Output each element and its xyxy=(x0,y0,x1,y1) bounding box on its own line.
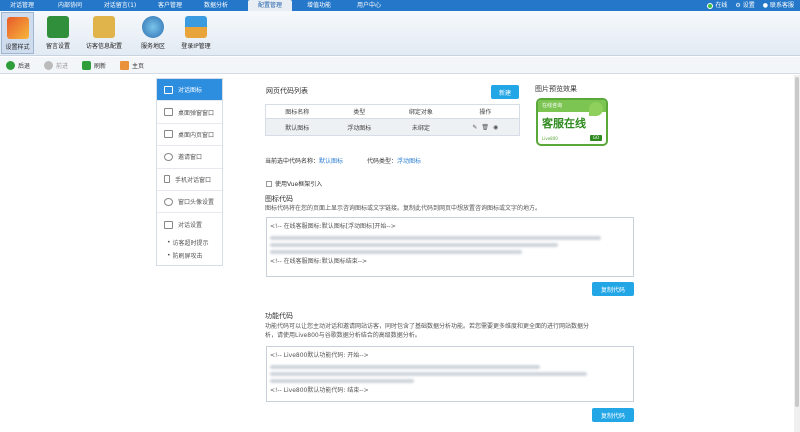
menu-item-desktop-inner[interactable]: 桌面内页窗口 xyxy=(157,124,222,147)
visitor-box-icon xyxy=(93,16,115,38)
func-code-desc-1: 功能代码可以让您主动对话和邀请网站访客，同时包含了基础数据分析功能。若您需要更多… xyxy=(265,323,590,330)
func-code-desc-2: 析，请使用Live800与谷歌数据分析结合的高级数据分析。 xyxy=(265,332,421,339)
forward-button[interactable]: 前进 xyxy=(44,60,68,70)
avatar-icon xyxy=(164,197,173,206)
gear-icon: ⚙ xyxy=(735,2,741,9)
eye-icon[interactable]: ◉ xyxy=(493,124,498,131)
copy-func-code-button[interactable]: 复制代码 xyxy=(592,408,634,422)
contact-support-link[interactable]: ● 联系客服 xyxy=(763,0,794,11)
home-button[interactable]: 主页 xyxy=(120,60,144,70)
edit-icon[interactable]: ✎ xyxy=(472,124,477,131)
tab-customers[interactable]: 客户管理 xyxy=(151,0,189,11)
vertical-scrollbar[interactable] xyxy=(794,75,800,432)
vue-option[interactable]: 使用Vue框架引入 xyxy=(266,179,322,188)
tab-messages[interactable]: 对话留言(1) xyxy=(97,0,143,11)
menu-item-chat-settings[interactable]: 对话设置 xyxy=(157,213,222,235)
globe-icon xyxy=(142,16,164,38)
vue-checkbox[interactable] xyxy=(266,180,272,187)
chat-bubble-icon xyxy=(164,85,173,94)
scrollbar-thumb[interactable] xyxy=(795,77,799,407)
message-settings-button[interactable]: 留言设置 xyxy=(39,12,77,54)
refresh-button[interactable]: 刷新 xyxy=(82,60,106,70)
settings-link[interactable]: ⚙ 设置 xyxy=(735,0,754,11)
visitor-info-button[interactable]: 访客信息配置 xyxy=(78,12,130,54)
tab-value-added[interactable]: 增值功能 xyxy=(300,0,338,11)
selected-code-name: 默认图标 xyxy=(319,158,344,165)
menu-item-avatar-settings[interactable]: 窗口头像设置 xyxy=(157,191,222,214)
icon-code-desc: 图标代码将在您的页面上显示咨询图标或文字链接。复制此代码到网页中想放置咨询图标或… xyxy=(265,205,542,212)
tab-user-center[interactable]: 用户中心 xyxy=(350,0,388,11)
selected-code-type: 浮动图标 xyxy=(397,158,422,165)
tab-dialog-management[interactable]: 对话管理 xyxy=(3,0,41,11)
selected-code-info: 当前选中代码名称： 默认图标 代码类型： 浮动图标 xyxy=(265,158,422,165)
tab-config-management[interactable]: 配置管理 xyxy=(248,0,292,11)
cell-actions: ✎ 🗑 ◉ xyxy=(451,118,520,136)
message-book-icon xyxy=(47,16,69,38)
cell-name: 默认图标 xyxy=(265,118,329,136)
func-code-title: 功能代码 xyxy=(265,312,293,320)
cell-bind: 未绑定 xyxy=(390,118,452,136)
top-right-controls: 在线 ⚙ 设置 ● 联系客服 xyxy=(707,0,794,11)
settings-side-menu: 对话图标 桌面弹窗窗口 桌面内页窗口 邀请窗口 手机对话窗口 窗口头像设置 对话… xyxy=(156,78,223,266)
login-ip-button[interactable]: 登录IP管理 xyxy=(176,12,216,54)
menu-item-desktop-popup[interactable]: 桌面弹窗窗口 xyxy=(157,101,222,124)
online-status[interactable]: 在线 xyxy=(707,0,727,11)
cell-type: 浮动图标 xyxy=(328,118,391,136)
code-list-table: 图标名称 类型 绑定对象 操作 默认图标 浮动图标 未绑定 ✎ 🗑 ◉ xyxy=(265,104,520,136)
preview-badge-brand: Live800 xyxy=(542,136,558,141)
top-menu-bar: 对话管理 内部协同 对话留言(1) 客户管理 数据分析 配置管理 增值功能 用户… xyxy=(0,0,800,11)
tab-internal-collab[interactable]: 内部协同 xyxy=(51,0,89,11)
preview-title: 图片预览效果 xyxy=(535,85,577,93)
copy-icon-code-button[interactable]: 复制代码 xyxy=(592,282,634,296)
menu-subitem-anti-spam[interactable]: • 防刷屏攻击 xyxy=(157,249,222,262)
menu-subitem-visitor-timeout[interactable]: • 访客超时提示 xyxy=(157,236,222,249)
refresh-icon xyxy=(82,60,92,70)
code-list-title: 网页代码列表 xyxy=(266,87,308,95)
column-header-type: 类型 xyxy=(328,104,391,119)
func-code-textarea[interactable]: <!-- Live800默认功能代码: 开始--> <!-- Live800默认… xyxy=(266,346,634,402)
chat-settings-icon xyxy=(164,220,173,229)
tab-data-analysis[interactable]: 数据分析 xyxy=(197,0,235,11)
mobile-phone-icon xyxy=(164,175,170,184)
person-icon: ● xyxy=(762,2,768,9)
preview-badge-button: GO xyxy=(590,135,602,141)
forward-arrow-icon xyxy=(44,60,54,70)
online-dot-icon xyxy=(707,2,714,9)
user-icon xyxy=(164,152,173,161)
window-icon xyxy=(164,130,173,139)
leaf-icon xyxy=(589,102,603,116)
back-button[interactable]: 后退 xyxy=(6,60,30,70)
ip-map-icon xyxy=(185,16,207,38)
home-icon xyxy=(120,60,130,70)
column-header-actions: 操作 xyxy=(451,104,520,119)
service-region-button[interactable]: 服务地区 xyxy=(136,12,170,54)
style-settings-button[interactable]: 设置样式 xyxy=(1,12,34,54)
paint-brush-icon xyxy=(6,17,29,39)
main-content: 网页代码列表 新建 图标名称 类型 绑定对象 操作 默认图标 浮动图标 未绑定 … xyxy=(265,84,637,432)
menu-item-chat-icon[interactable]: 对话图标 xyxy=(157,79,222,102)
preview-badge-main: 客服在线 xyxy=(542,117,586,130)
new-code-button[interactable]: 新建 xyxy=(491,85,519,99)
icon-code-title: 图标代码 xyxy=(265,195,293,203)
menu-item-invite-window[interactable]: 邀请窗口 xyxy=(157,146,222,169)
table-row[interactable]: 默认图标 浮动图标 未绑定 ✎ 🗑 ◉ xyxy=(265,118,520,136)
chat-icon-preview: 在线咨询 客服在线 Live800 GO xyxy=(536,98,608,146)
navigation-bar: 后退 前进 刷新 主页 xyxy=(0,57,800,74)
trash-icon[interactable]: 🗑 xyxy=(481,124,489,131)
icon-code-textarea[interactable]: <!-- 在线客服图标:默认图标[浮动图标]开始--> <!-- 在线客服图标:… xyxy=(266,217,634,277)
menu-item-mobile-chat[interactable]: 手机对话窗口 xyxy=(157,169,222,191)
window-icon xyxy=(164,108,173,117)
back-arrow-icon xyxy=(6,60,15,70)
column-header-name: 图标名称 xyxy=(265,104,329,119)
column-header-bind: 绑定对象 xyxy=(390,104,452,119)
config-toolbar: 设置样式 留言设置 访客信息配置 服务地区 登录IP管理 xyxy=(0,11,800,56)
